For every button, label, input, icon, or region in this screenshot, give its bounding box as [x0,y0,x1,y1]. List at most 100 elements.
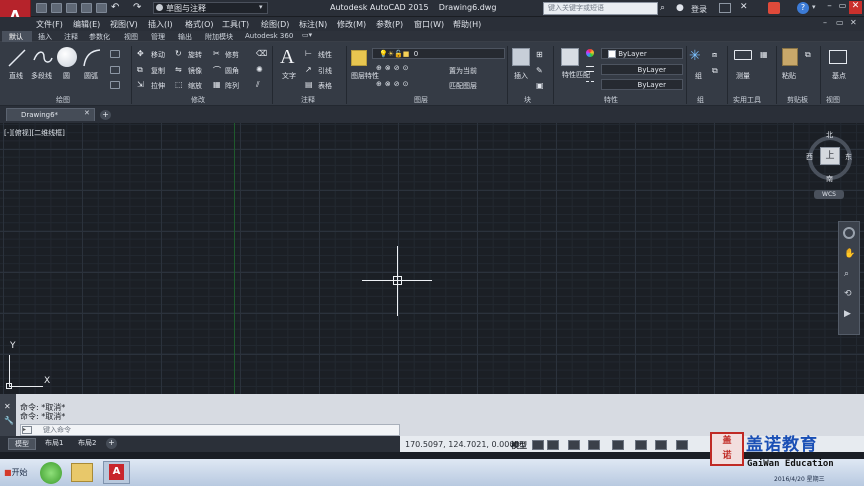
menu-tools[interactable]: 工具(T) [222,19,249,30]
linear-label[interactable]: 线性 [318,50,332,60]
snap-toggle-icon[interactable] [547,440,559,450]
group-edit-icon[interactable]: ⧉ [712,66,718,76]
save-icon[interactable] [66,3,77,13]
saveas-icon[interactable] [81,3,92,13]
rectangle-icon[interactable] [110,50,120,58]
copy-clip-icon[interactable]: ⧉ [805,50,811,60]
explorer-icon[interactable] [71,463,93,482]
mirror-label[interactable]: 镜像 [188,66,202,76]
stretch-label[interactable]: 拉伸 [151,81,165,91]
match-layer-label[interactable]: 匹配图层 [449,81,477,91]
layer-properties-icon[interactable] [351,50,367,66]
search-icon[interactable]: ⌕ [660,3,665,13]
redo-icon[interactable]: ↷ [133,2,141,13]
measure-icon[interactable] [734,50,752,60]
new-tab-icon[interactable]: + [100,110,111,120]
leader-label[interactable]: 引线 [318,66,332,76]
linear-dim-icon[interactable]: ⊢ [305,49,312,58]
menu-draw[interactable]: 绘图(D) [261,19,289,30]
line-icon[interactable] [7,48,27,68]
tab-output[interactable]: 输出 [178,32,192,42]
osnap-toggle-icon[interactable] [635,440,647,450]
fillet-icon[interactable]: ⌒ [213,65,221,76]
menu-window[interactable]: 窗口(W) [414,19,444,30]
polyline-icon[interactable] [32,48,54,68]
group-icon[interactable]: ✳ [689,48,707,66]
command-input[interactable] [20,424,400,436]
menu-modify[interactable]: 修改(M) [337,19,366,30]
document-tab[interactable]: Drawing6* [6,108,95,121]
gradient-icon[interactable] [110,81,120,89]
menu-edit[interactable]: 编辑(E) [73,19,100,30]
customize-command-icon[interactable]: 🔧 [4,416,14,425]
wcs-menu[interactable]: WCS [814,190,844,199]
utility-icon[interactable]: ▦ [760,50,768,59]
doc-restore-icon[interactable]: ▭ [836,18,844,27]
command-handle[interactable] [0,394,16,436]
color-dropdown[interactable]: ByLayer [601,48,683,59]
menu-help[interactable]: 帮助(H) [453,19,481,30]
open-icon[interactable] [51,3,62,13]
mirror-icon[interactable]: ⇋ [175,65,182,74]
table-icon[interactable]: ▤ [305,80,313,89]
array-icon[interactable]: ▦ [213,80,221,89]
ungroup-icon[interactable]: ⧈ [712,50,717,60]
model-space-toggle[interactable]: 模型 [511,440,527,451]
search-input[interactable]: 键入关键字或短语 [543,2,658,15]
close-icon[interactable]: ✕ [849,1,862,14]
set-current-label[interactable]: 置为当前 [449,66,477,76]
help-dropdown-icon[interactable]: ▾ [812,3,816,11]
array-label[interactable]: 阵列 [225,81,239,91]
scale-label[interactable]: 缩放 [188,81,202,91]
edit-block-icon[interactable]: ✎ [536,66,543,75]
layout-tab-model[interactable]: 模型 [8,438,36,450]
stretch-icon[interactable]: ⇲ [137,80,144,89]
lineweight-toggle-icon[interactable] [655,440,667,450]
move-icon[interactable]: ✥ [137,49,144,58]
add-layout-icon[interactable]: + [106,438,117,449]
menu-file[interactable]: 文件(F) [36,19,63,30]
insert-block-icon[interactable] [512,48,530,66]
close-tab-icon[interactable]: ✕ [84,109,90,117]
lineweight-dropdown[interactable]: ByLayer [601,64,683,75]
viewcube-face[interactable]: 上 [820,147,840,165]
leader-icon[interactable]: ↗ [305,65,312,74]
tab-annotate[interactable]: 注释 [64,32,78,42]
layer-tools-row2-icon[interactable]: ⊕⊗⊘⊙ [376,80,434,89]
new-icon[interactable] [36,3,47,13]
rotate-label[interactable]: 旋转 [188,50,202,60]
viewport-controls[interactable]: [-][俯视][二维线框] [4,128,65,138]
menu-view[interactable]: 视图(V) [110,19,138,30]
create-block-icon[interactable]: ⊞ [536,50,543,59]
a360-icon[interactable]: ✕ [740,2,748,12]
drawing-canvas[interactable]: [-][俯视][二维线框] 上 北 南 东 西 WCS ✋ ⌕ ⟲ ▶ Y X [0,123,864,394]
layer-dropdown[interactable]: 💡☀🔓■ 0 [372,48,505,59]
user-icon[interactable]: ● [676,3,684,13]
layout-tab-1[interactable]: 布局1 [39,438,69,450]
menu-parameter[interactable]: 参数(P) [376,19,403,30]
coordinate-readout[interactable]: 170.5097, 124.7021, 0.0000 [405,440,520,449]
match-properties-icon[interactable] [561,48,579,66]
tab-insert[interactable]: 插入 [38,32,52,42]
erase-icon[interactable]: ⌫ [256,49,267,58]
linetype-dropdown[interactable]: ByLayer [601,79,683,90]
paste-icon[interactable] [782,48,798,66]
exchange-icon[interactable] [719,3,731,13]
start-button[interactable]: ■开始 [2,462,34,483]
zoom-icon[interactable]: ⌕ [844,269,849,279]
chevron-down-icon[interactable]: ▾ [259,3,263,11]
doc-minimize-icon[interactable]: – [823,18,827,27]
menu-format[interactable]: 格式(O) [185,19,214,30]
browser-icon[interactable] [40,462,62,484]
close-command-icon[interactable]: ✕ [4,402,11,411]
move-label[interactable]: 移动 [151,50,165,60]
table-label[interactable]: 表格 [318,81,332,91]
tab-manage[interactable]: 管理 [151,32,165,42]
layout-tab-2[interactable]: 布局2 [72,438,102,450]
annotation-scale-icon[interactable] [676,440,688,450]
tab-view[interactable]: 视图 [124,32,138,42]
fillet-label[interactable]: 圆角 [225,66,239,76]
copy-icon[interactable]: ⧉ [137,65,143,75]
text-icon[interactable]: A [280,46,294,69]
copy-label[interactable]: 复制 [151,66,165,76]
